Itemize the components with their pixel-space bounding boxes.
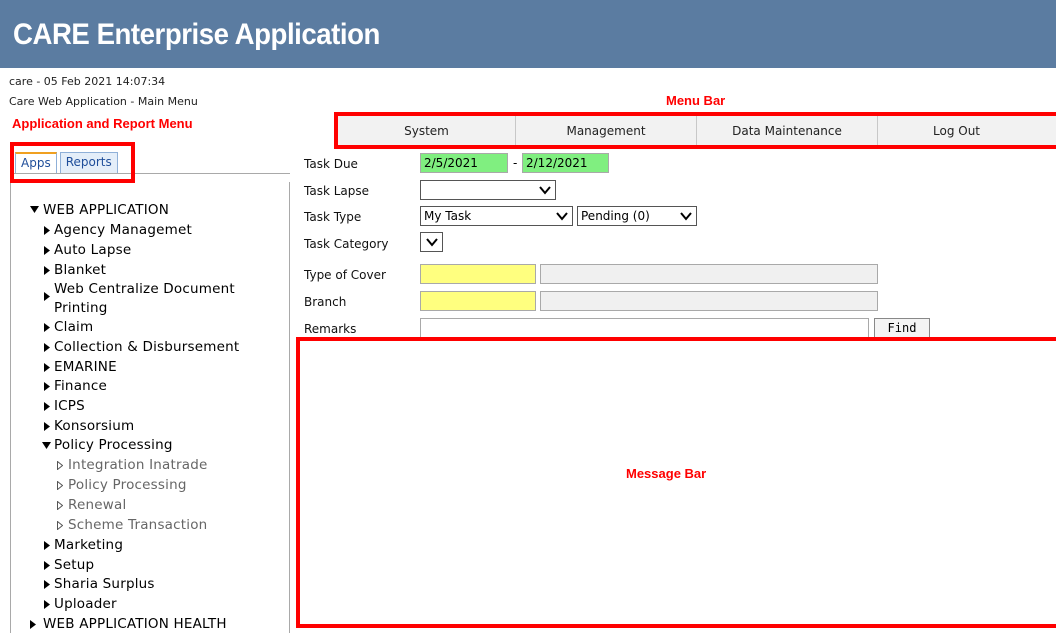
app-header: CARE Enterprise Application xyxy=(0,0,1056,68)
task-type-select[interactable]: My Task xyxy=(420,206,573,226)
highlight-box-menu-bar xyxy=(334,112,1056,149)
caret-right-icon xyxy=(44,343,50,352)
highlight-box-message-bar xyxy=(296,337,1056,628)
tree-item[interactable]: Uploader xyxy=(54,596,117,612)
date-range-separator: - xyxy=(513,156,518,170)
caret-right-icon xyxy=(44,580,50,589)
app-menu-tree: WEB APPLICATION Agency Managemet Auto La… xyxy=(10,182,290,633)
caret-right-icon xyxy=(44,226,50,235)
caret-right-icon xyxy=(44,541,50,550)
task-due-label: Task Due xyxy=(304,157,358,171)
task-type-value: My Task xyxy=(424,209,472,223)
type-of-cover-code-field[interactable] xyxy=(420,264,536,284)
remarks-input[interactable] xyxy=(420,318,869,338)
caret-right-icon xyxy=(44,323,50,332)
chevron-down-icon xyxy=(680,212,692,221)
type-of-cover-label: Type of Cover xyxy=(304,268,386,282)
task-lapse-label: Task Lapse xyxy=(304,184,370,198)
session-info: care - 05 Feb 2021 14:07:34 xyxy=(9,75,166,88)
tree-item-web-application[interactable]: WEB APPLICATION xyxy=(43,202,169,218)
app-title: CARE Enterprise Application xyxy=(13,18,380,51)
caret-right-outline-icon xyxy=(57,481,63,490)
branch-description-field xyxy=(540,291,878,311)
caret-right-icon xyxy=(44,561,50,570)
task-due-from-field[interactable]: 2/5/2021 xyxy=(420,153,508,173)
tree-item[interactable]: Web Centralize Document xyxy=(54,281,235,297)
annotation-app-menu: Application and Report Menu xyxy=(12,116,193,131)
tree-item[interactable]: Collection & Disbursement xyxy=(54,339,239,355)
task-type-label: Task Type xyxy=(304,210,362,224)
caret-right-outline-icon xyxy=(57,501,63,510)
task-status-select[interactable]: Pending (0) xyxy=(577,206,697,226)
caret-right-icon xyxy=(44,382,50,391)
tree-item[interactable]: Konsorsium xyxy=(54,418,134,434)
tree-item-policy-processing[interactable]: Policy Processing xyxy=(54,437,173,453)
tree-item[interactable]: Marketing xyxy=(54,537,123,553)
tree-item[interactable]: Finance xyxy=(54,378,107,394)
tree-sub-item[interactable]: Scheme Transaction xyxy=(68,517,207,533)
tree-item[interactable]: ICPS xyxy=(54,398,85,414)
type-of-cover-description-field xyxy=(540,264,878,284)
caret-right-icon xyxy=(44,600,50,609)
tree-item[interactable]: Sharia Surplus xyxy=(54,576,155,592)
caret-right-icon xyxy=(44,292,50,301)
annotation-menu-bar: Menu Bar xyxy=(666,93,726,108)
tree-item[interactable]: Claim xyxy=(54,319,93,335)
tree-item[interactable]: Auto Lapse xyxy=(54,242,131,258)
chevron-down-icon xyxy=(556,212,568,221)
task-lapse-select[interactable] xyxy=(420,180,556,200)
highlight-box-app-menu xyxy=(10,142,135,183)
caret-right-icon xyxy=(30,620,36,629)
caret-down-icon[interactable] xyxy=(30,206,39,214)
branch-code-field[interactable] xyxy=(420,291,536,311)
tree-item-web-application-health[interactable]: WEB APPLICATION HEALTH xyxy=(43,616,227,632)
caret-right-outline-icon xyxy=(57,521,63,530)
caret-down-icon[interactable] xyxy=(42,442,51,450)
tree-sub-item[interactable]: Policy Processing xyxy=(68,477,187,493)
caret-right-icon xyxy=(44,266,50,275)
task-status-value: Pending (0) xyxy=(581,209,650,223)
caret-right-icon xyxy=(44,363,50,372)
find-button[interactable]: Find xyxy=(874,318,930,338)
remarks-label: Remarks xyxy=(304,322,357,336)
task-due-to-field[interactable]: 2/12/2021 xyxy=(522,153,609,173)
chevron-down-icon xyxy=(426,238,438,247)
tree-item-continued[interactable]: Printing xyxy=(54,300,108,316)
caret-right-icon xyxy=(44,402,50,411)
tree-sub-item[interactable]: Renewal xyxy=(68,497,126,513)
caret-right-icon xyxy=(44,246,50,255)
task-category-label: Task Category xyxy=(304,237,389,251)
tree-item[interactable]: Blanket xyxy=(54,262,106,278)
tree-sub-item[interactable]: Integration Inatrade xyxy=(68,457,207,473)
tree-item[interactable]: Agency Managemet xyxy=(54,222,192,238)
tree-item[interactable]: EMARINE xyxy=(54,359,117,375)
task-category-select[interactable] xyxy=(420,232,443,252)
caret-right-icon xyxy=(44,422,50,431)
tree-item[interactable]: Setup xyxy=(54,557,94,573)
chevron-down-icon xyxy=(539,186,551,195)
caret-right-outline-icon xyxy=(57,461,63,470)
branch-label: Branch xyxy=(304,295,347,309)
location-info: Care Web Application - Main Menu xyxy=(9,95,198,108)
